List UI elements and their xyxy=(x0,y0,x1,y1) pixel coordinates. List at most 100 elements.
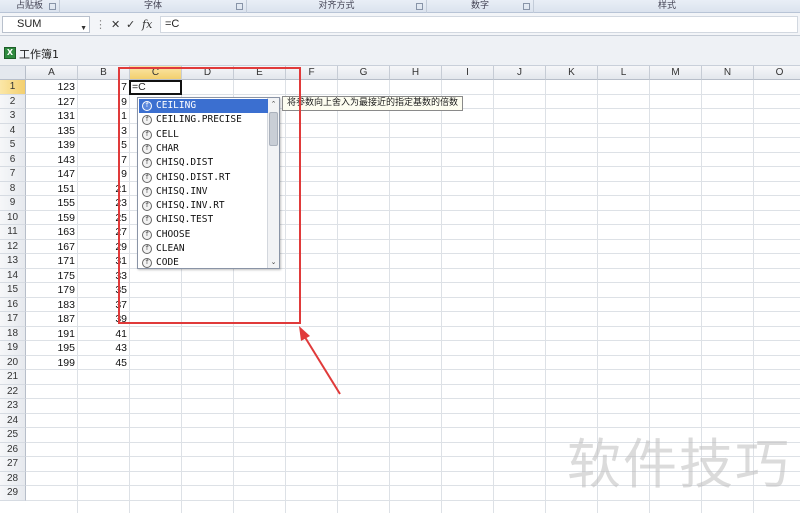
row-header-15[interactable]: 15 xyxy=(0,283,26,298)
row-header-20[interactable]: 20 xyxy=(0,355,26,370)
dialog-launcher-icon[interactable] xyxy=(49,3,56,10)
cell-a3[interactable]: 131 xyxy=(26,109,78,123)
select-all-corner[interactable] xyxy=(0,66,26,80)
gridline xyxy=(26,369,800,370)
ribbon-group-bar: 占贴板 字体 对齐方式 数字 样式 xyxy=(0,0,800,13)
ribbon-group-label: 数字 xyxy=(470,1,489,11)
ribbon-group-label: 占贴板 xyxy=(15,1,43,11)
row-header-21[interactable]: 21 xyxy=(0,370,26,385)
cell-b19[interactable]: 43 xyxy=(78,341,130,355)
ribbon-group-font: 字体 xyxy=(60,0,247,13)
dialog-launcher-icon[interactable] xyxy=(236,3,243,10)
gridline xyxy=(26,354,800,356)
ribbon-group-label: 对齐方式 xyxy=(318,1,355,11)
formula-buttons: ⋮ ✕ ✓ fx xyxy=(93,16,159,33)
column-header-j[interactable]: J xyxy=(494,66,546,80)
row-header-8[interactable]: 8 xyxy=(0,181,26,196)
row-header-27[interactable]: 27 xyxy=(0,457,26,472)
row-header-18[interactable]: 18 xyxy=(0,326,26,341)
column-header-m[interactable]: M xyxy=(650,66,702,80)
row-header-28[interactable]: 28 xyxy=(0,471,26,486)
gridline xyxy=(26,325,800,327)
ribbon-group-label: 样式 xyxy=(657,1,676,11)
cell-a18[interactable]: 191 xyxy=(26,327,78,341)
cell-a9[interactable]: 155 xyxy=(26,196,78,210)
excel-workbook-icon: X xyxy=(4,47,16,59)
enter-icon[interactable]: ✓ xyxy=(126,17,135,32)
row-header-2[interactable]: 2 xyxy=(0,94,26,109)
row-header-24[interactable]: 24 xyxy=(0,413,26,428)
row-header-14[interactable]: 14 xyxy=(0,268,26,283)
formula-bar: SUM ▼ ⋮ ✕ ✓ fx =C xyxy=(0,13,800,36)
cell-a6[interactable]: 143 xyxy=(26,153,78,167)
function-tooltip: 将参数向上舍入为最接近的指定基数的倍数 xyxy=(282,96,464,111)
row-header-29[interactable]: 29 xyxy=(0,486,26,501)
dialog-launcher-icon[interactable] xyxy=(416,3,423,10)
cell-a15[interactable]: 179 xyxy=(26,283,78,297)
column-header-g[interactable]: G xyxy=(338,66,390,80)
insert-function-icon[interactable]: fx xyxy=(142,17,152,32)
row-header-13[interactable]: 13 xyxy=(0,254,26,269)
gridline xyxy=(26,412,800,414)
cell-a7[interactable]: 147 xyxy=(26,167,78,181)
ribbon-group-clipboard: 占贴板 xyxy=(0,0,60,13)
separator-dots-icon: ⋮ xyxy=(95,18,106,31)
dialog-launcher-icon[interactable] xyxy=(523,3,530,10)
cell-a4[interactable]: 135 xyxy=(26,124,78,138)
cell-a19[interactable]: 195 xyxy=(26,341,78,355)
cell-a11[interactable]: 163 xyxy=(26,225,78,239)
pointer-arrow-icon xyxy=(299,326,341,395)
cell-a16[interactable]: 183 xyxy=(26,298,78,312)
cell-a13[interactable]: 171 xyxy=(26,254,78,268)
row-header-9[interactable]: 9 xyxy=(0,196,26,211)
cell-a20[interactable]: 199 xyxy=(26,356,78,370)
cell-a2[interactable]: 127 xyxy=(26,95,78,109)
gridline xyxy=(26,340,800,341)
column-header-h[interactable]: H xyxy=(390,66,442,80)
row-header-26[interactable]: 26 xyxy=(0,442,26,457)
cell-a12[interactable]: 167 xyxy=(26,240,78,254)
row-header-12[interactable]: 12 xyxy=(0,239,26,254)
cell-a17[interactable]: 187 xyxy=(26,312,78,326)
cell-a10[interactable]: 159 xyxy=(26,211,78,225)
column-header-o[interactable]: O xyxy=(754,66,800,80)
row-header-1[interactable]: 1 xyxy=(0,80,26,95)
row-header-25[interactable]: 25 xyxy=(0,428,26,443)
workbook-title: 工作簿1 xyxy=(19,48,59,61)
cell-a1[interactable]: 123 xyxy=(26,80,78,94)
row-header-11[interactable]: 11 xyxy=(0,225,26,240)
ribbon-group-alignment: 对齐方式 xyxy=(247,0,427,13)
cancel-icon[interactable]: ✕ xyxy=(111,17,120,32)
workbook-title-bar: X 工作簿1 xyxy=(0,36,800,66)
name-box-value: SUM xyxy=(17,18,42,30)
row-header-19[interactable]: 19 xyxy=(0,341,26,356)
formula-input[interactable]: =C xyxy=(160,16,798,33)
row-header-17[interactable]: 17 xyxy=(0,312,26,327)
cell-b18[interactable]: 41 xyxy=(78,327,130,341)
row-header-10[interactable]: 10 xyxy=(0,210,26,225)
row-header-6[interactable]: 6 xyxy=(0,152,26,167)
gridline xyxy=(26,398,800,399)
row-header-23[interactable]: 23 xyxy=(0,399,26,414)
row-header-22[interactable]: 22 xyxy=(0,384,26,399)
column-header-n[interactable]: N xyxy=(702,66,754,80)
row-header-4[interactable]: 4 xyxy=(0,123,26,138)
name-box[interactable]: SUM ▼ xyxy=(2,16,90,33)
cell-a5[interactable]: 139 xyxy=(26,138,78,152)
ribbon-group-styles: 样式 xyxy=(534,0,800,13)
row-header-5[interactable]: 5 xyxy=(0,138,26,153)
row-header-3[interactable]: 3 xyxy=(0,109,26,124)
column-header-k[interactable]: K xyxy=(546,66,598,80)
gridline xyxy=(26,383,800,385)
column-header-i[interactable]: I xyxy=(442,66,494,80)
row-header-7[interactable]: 7 xyxy=(0,167,26,182)
chevron-down-icon[interactable]: ▼ xyxy=(80,21,87,36)
cell-a14[interactable]: 175 xyxy=(26,269,78,283)
cell-b20[interactable]: 45 xyxy=(78,356,130,370)
column-header-a[interactable]: A xyxy=(26,66,78,80)
row-header-16[interactable]: 16 xyxy=(0,297,26,312)
cell-a8[interactable]: 151 xyxy=(26,182,78,196)
ribbon-group-label: 字体 xyxy=(143,1,162,11)
column-header-l[interactable]: L xyxy=(598,66,650,80)
gridline xyxy=(26,499,800,501)
